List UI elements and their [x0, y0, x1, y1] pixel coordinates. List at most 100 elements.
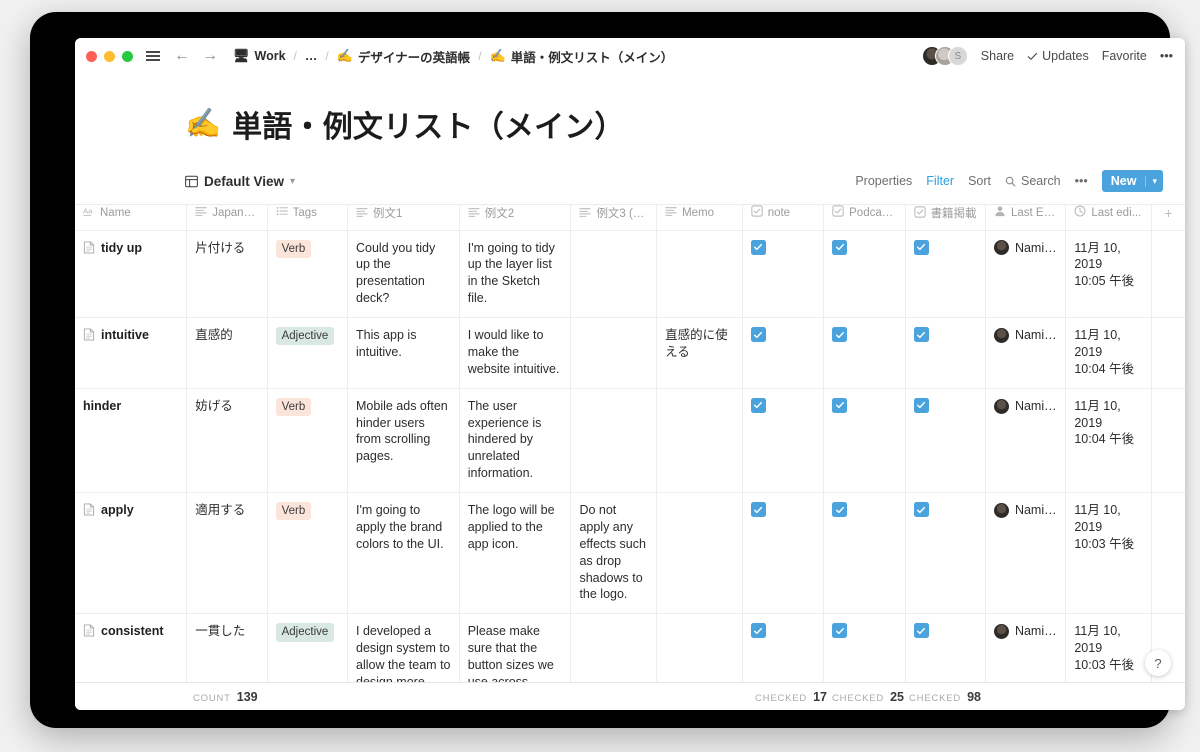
cell-note-checkbox[interactable]: [742, 317, 825, 389]
cell-tags[interactable]: Verb: [267, 492, 349, 615]
cell-example-1[interactable]: I developed a design system to allow the…: [347, 613, 460, 690]
column-header-last-edi[interactable]: Last edi...: [1065, 205, 1152, 231]
database-table[interactable]: Aa Name Japanese Tags 例文1 例文2 例文3 (O... Memo not…: [75, 204, 1185, 690]
table-row[interactable]: tidy up 片付ける Verb Could you tidy up the pre…: [75, 230, 1185, 318]
footer-checked-note[interactable]: CHECKED 17: [755, 690, 827, 704]
checkbox-checked[interactable]: [832, 327, 848, 342]
cell-memo[interactable]: 直感的に使える: [656, 317, 743, 389]
column-header-last-edi[interactable]: Last Edi...: [985, 205, 1067, 231]
cell-tags[interactable]: Verb: [267, 230, 349, 318]
cell-japanese[interactable]: 適用する: [186, 492, 268, 615]
collaborator-avatars[interactable]: S: [921, 46, 968, 66]
cell-memo[interactable]: [656, 492, 743, 615]
view-more-button[interactable]: •••: [1075, 174, 1088, 188]
cell-example-1[interactable]: I'm going to apply the brand colors to t…: [347, 492, 460, 615]
cell-name[interactable]: apply: [75, 492, 188, 615]
column-header-japanese[interactable]: Japanese: [186, 205, 268, 231]
column-header-podcast[interactable]: Podcast...: [823, 205, 906, 231]
share-button[interactable]: Share: [981, 49, 1014, 63]
cell-example-1[interactable]: Mobile ads often hinder users from scrol…: [347, 388, 460, 494]
cell-example-3[interactable]: [570, 613, 658, 690]
cell-name[interactable]: tidy up: [75, 230, 188, 318]
cell-tags[interactable]: Verb: [267, 388, 349, 494]
footer-checked-book[interactable]: CHECKED 98: [909, 690, 981, 704]
cell-podcast-checkbox[interactable]: [823, 230, 906, 318]
checkbox-checked[interactable]: [750, 327, 766, 342]
cell-book-checkbox[interactable]: [905, 230, 986, 318]
cell-name[interactable]: intuitive: [75, 317, 188, 389]
help-button[interactable]: ?: [1145, 650, 1171, 676]
column-header-note[interactable]: note: [742, 205, 825, 231]
cell-example-3[interactable]: Do not apply any effects such as drop sh…: [570, 492, 658, 615]
column-header-2[interactable]: 例文2: [459, 205, 572, 231]
search-button[interactable]: Search: [1005, 174, 1061, 188]
updates-button[interactable]: Updates: [1027, 49, 1089, 63]
cell-example-1[interactable]: This app is intuitive.: [347, 317, 460, 389]
chevron-down-icon[interactable]: ▾: [1145, 175, 1163, 187]
cell-podcast-checkbox[interactable]: [823, 492, 906, 615]
sidebar-toggle-icon[interactable]: [146, 51, 160, 61]
footer-checked-podcast[interactable]: CHECKED 25: [832, 690, 904, 704]
cell-memo[interactable]: [656, 388, 743, 494]
cell-example-2[interactable]: I'm going to tidy up the layer list in t…: [459, 230, 572, 318]
sort-button[interactable]: Sort: [968, 174, 991, 188]
cell-example-3[interactable]: [570, 317, 658, 389]
checkbox-checked[interactable]: [750, 502, 766, 517]
column-header-tags[interactable]: Tags: [267, 205, 349, 231]
cell-japanese[interactable]: 直感的: [186, 317, 268, 389]
cell-note-checkbox[interactable]: [742, 492, 825, 615]
breadcrumb-item-ellipsis[interactable]: …: [302, 48, 321, 64]
checkbox-checked[interactable]: [913, 397, 929, 413]
back-arrow-icon[interactable]: ←: [174, 48, 190, 64]
maximize-window-button[interactable]: [122, 50, 133, 62]
minimize-window-button[interactable]: [104, 50, 115, 62]
breadcrumb-item-current-page[interactable]: ✍️ 単語・例文リスト（メイン）: [487, 46, 677, 67]
cell-example-1[interactable]: Could you tidy up the presentation deck?: [347, 230, 460, 318]
checkbox-checked[interactable]: [750, 239, 766, 255]
checkbox-checked[interactable]: [750, 623, 766, 639]
cell-book-checkbox[interactable]: [905, 613, 986, 690]
breadcrumb-item-work[interactable]: 🖥 Work: [230, 47, 289, 65]
table-row[interactable]: consistent 一貫した Adjective I developed a des…: [75, 613, 1185, 690]
table-row[interactable]: intuitive 直感的 Adjective This app is intuiti…: [75, 317, 1185, 389]
cell-name[interactable]: consistent: [75, 613, 188, 690]
breadcrumb-item-designer-notebook[interactable]: ✍️ デザイナーの英語帳: [334, 46, 473, 67]
cell-japanese[interactable]: 一貫した: [186, 613, 268, 690]
cell-note-checkbox[interactable]: [742, 613, 825, 690]
checkbox-checked[interactable]: [913, 623, 929, 639]
view-tab-default[interactable]: Default View ▾: [185, 174, 295, 189]
close-window-button[interactable]: [86, 50, 97, 62]
table-row[interactable]: hinder 妨げる Verb Mobile ads often hinder use…: [75, 388, 1185, 494]
cell-tags[interactable]: Adjective: [267, 613, 349, 690]
cell-example-2[interactable]: The logo will be applied to the app icon…: [459, 492, 572, 615]
filter-button[interactable]: Filter: [926, 174, 954, 188]
checkbox-checked[interactable]: [913, 239, 929, 255]
cell-name[interactable]: hinder: [75, 388, 188, 494]
cell-tags[interactable]: Adjective: [267, 317, 349, 389]
more-options-button[interactable]: •••: [1160, 49, 1173, 63]
cell-example-3[interactable]: [570, 230, 658, 318]
column-header-[interactable]: 書籍掲載: [905, 205, 986, 231]
footer-count[interactable]: COUNT 139: [193, 690, 258, 704]
favorite-button[interactable]: Favorite: [1102, 49, 1147, 63]
cell-memo[interactable]: [656, 230, 743, 318]
cell-note-checkbox[interactable]: [742, 388, 825, 494]
checkbox-checked[interactable]: [750, 397, 766, 413]
column-header-3-o[interactable]: 例文3 (O...: [570, 205, 658, 231]
cell-book-checkbox[interactable]: [905, 388, 986, 494]
cell-book-checkbox[interactable]: [905, 492, 986, 615]
checkbox-checked[interactable]: [832, 502, 848, 517]
cell-note-checkbox[interactable]: [742, 230, 825, 318]
column-header-name[interactable]: Aa Name: [75, 205, 188, 231]
cell-podcast-checkbox[interactable]: [823, 388, 906, 494]
checkbox-checked[interactable]: [913, 502, 929, 517]
add-column-button[interactable]: +: [1151, 205, 1185, 231]
new-record-button[interactable]: New ▾: [1101, 170, 1163, 192]
table-row[interactable]: apply 適用する Verb I'm going to apply the bran…: [75, 492, 1185, 615]
column-header-memo[interactable]: Memo: [656, 205, 743, 231]
cell-podcast-checkbox[interactable]: [823, 613, 906, 690]
cell-example-3[interactable]: [570, 388, 658, 494]
cell-example-2[interactable]: Please make sure that the button sizes w…: [459, 613, 572, 690]
checkbox-checked[interactable]: [832, 239, 848, 255]
cell-book-checkbox[interactable]: [905, 317, 986, 389]
